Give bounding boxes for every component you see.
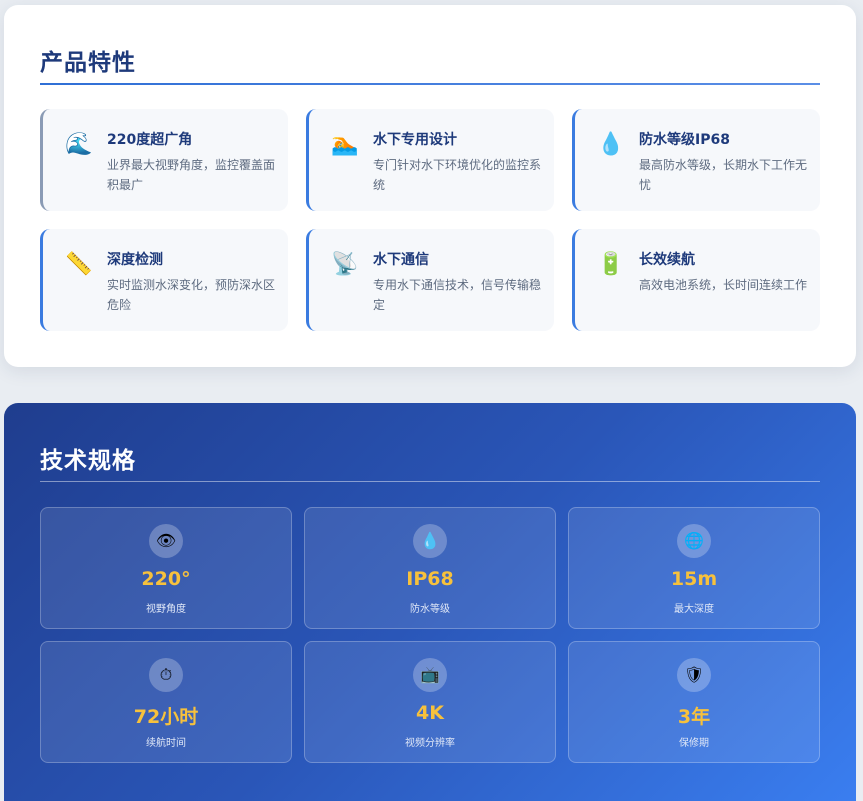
feature-title: 水下通信 — [373, 252, 429, 268]
spec-label: 视频分辨率 — [405, 738, 455, 749]
ruler-icon: 📏 — [65, 252, 93, 277]
feature-desc: 专门针对水下环境优化的监控系统 — [373, 158, 542, 192]
feature-item-underwater-comm: 📡 水下通信 专用水下通信技术，信号传输稳定 — [306, 229, 554, 331]
spec-label: 最大深度 — [674, 604, 714, 615]
feature-title: 220度超广角 — [107, 132, 193, 148]
feature-title: 水下专用设计 — [373, 132, 457, 148]
droplet-icon: 💧 — [413, 524, 447, 558]
satellite-dish-icon: 📡 — [331, 252, 359, 277]
tv-icon: 📺 — [413, 658, 447, 692]
feature-desc: 高效电池系统，长时间连续工作 — [639, 278, 808, 292]
specs-divider — [40, 481, 820, 482]
feature-item-underwater-design: 🏊 水下专用设计 专门针对水下环境优化的监控系统 — [306, 109, 554, 211]
shield-icon: 🛡 — [677, 658, 711, 692]
eye-icon: 👁 — [149, 524, 183, 558]
spec-grid: 👁 220° 视野角度 💧 IP68 防水等级 🌐 15m 最大深度 ⏱ 72小… — [40, 507, 820, 763]
spec-item-warranty: 🛡 3年 保修期 — [568, 641, 820, 763]
spec-value: 220° — [141, 568, 191, 590]
spec-label: 防水等级 — [410, 604, 450, 615]
spec-value: 4K — [416, 702, 444, 724]
feature-desc: 业界最大视野角度，监控覆盖面积最广 — [107, 158, 276, 192]
spec-item-max-depth: 🌐 15m 最大深度 — [568, 507, 820, 629]
features-card: 产品特性 🌊 220度超广角 业界最大视野角度，监控覆盖面积最广 🏊 水下专用设… — [4, 5, 856, 367]
stopwatch-icon: ⏱ — [149, 658, 183, 692]
feature-grid: 🌊 220度超广角 业界最大视野角度，监控覆盖面积最广 🏊 水下专用设计 专门针… — [40, 109, 820, 331]
feature-title: 防水等级IP68 — [639, 132, 730, 148]
droplet-icon: 💧 — [597, 132, 625, 157]
feature-item-battery-life: 🔋 长效续航 高效电池系统，长时间连续工作 — [572, 229, 820, 331]
spec-label: 保修期 — [679, 738, 709, 749]
feature-item-waterproof: 💧 防水等级IP68 最高防水等级，长期水下工作无忧 — [572, 109, 820, 211]
battery-icon: 🔋 — [597, 252, 625, 277]
feature-item-wide-angle: 🌊 220度超广角 业界最大视野角度，监控覆盖面积最广 — [40, 109, 288, 211]
specs-title: 技术规格 — [40, 448, 136, 474]
spec-item-resolution: 📺 4K 视频分辨率 — [304, 641, 556, 763]
spec-label: 续航时间 — [146, 738, 186, 749]
feature-desc: 专用水下通信技术，信号传输稳定 — [373, 278, 542, 312]
spec-value: IP68 — [406, 568, 454, 590]
feature-title: 深度检测 — [107, 252, 163, 268]
feature-title: 长效续航 — [639, 252, 695, 268]
globe-icon: 🌐 — [677, 524, 711, 558]
spec-item-waterproof-rating: 💧 IP68 防水等级 — [304, 507, 556, 629]
features-title: 产品特性 — [40, 50, 136, 76]
specs-card: 技术规格 👁 220° 视野角度 💧 IP68 防水等级 🌐 15m 最大深度 … — [4, 403, 856, 801]
swimmer-icon: 🏊 — [331, 132, 359, 157]
wave-icon: 🌊 — [65, 132, 93, 157]
spec-value: 3年 — [677, 706, 711, 728]
spec-item-view-angle: 👁 220° 视野角度 — [40, 507, 292, 629]
spec-value: 15m — [670, 568, 718, 590]
feature-item-depth-detection: 📏 深度检测 实时监测水深变化，预防深水区危险 — [40, 229, 288, 331]
spec-item-battery-time: ⏱ 72小时 续航时间 — [40, 641, 292, 763]
feature-desc: 最高防水等级，长期水下工作无忧 — [639, 158, 808, 192]
spec-label: 视野角度 — [146, 604, 186, 615]
spec-value: 72小时 — [133, 706, 199, 728]
feature-desc: 实时监测水深变化，预防深水区危险 — [107, 278, 276, 312]
features-divider — [40, 83, 820, 85]
